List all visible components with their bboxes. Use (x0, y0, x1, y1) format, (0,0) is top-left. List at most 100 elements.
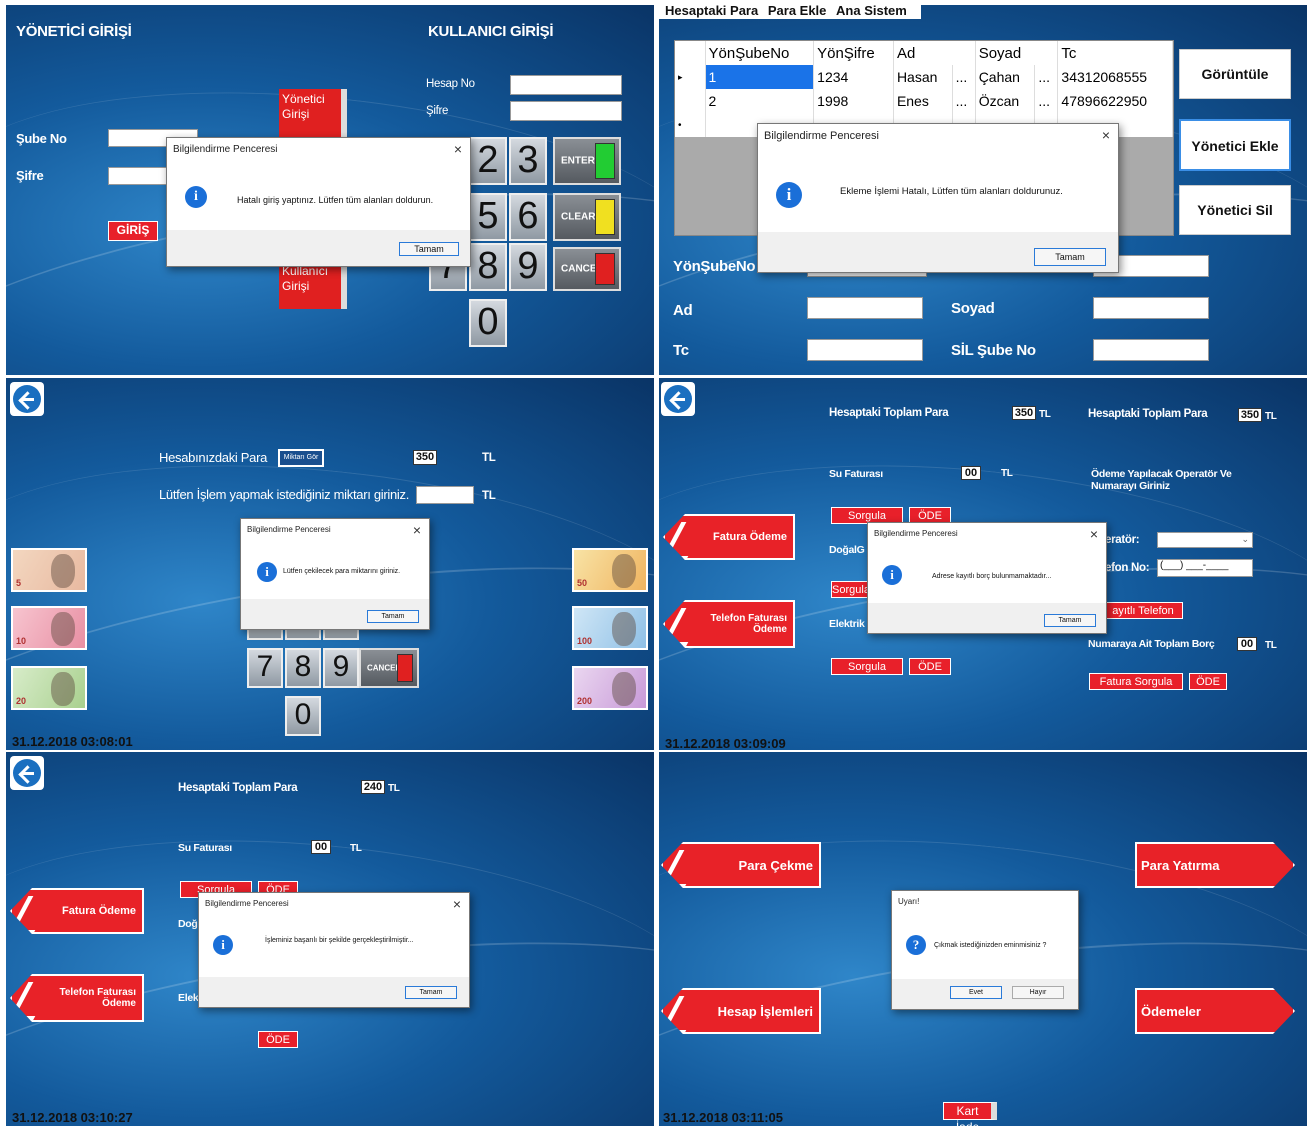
column-header[interactable]: YönŞubeNo (705, 41, 815, 65)
phone-no-input[interactable]: (___) ___-____ (1157, 559, 1253, 577)
table-row[interactable]: 2 1998 Enes ... Özcan ... 47896622950 (675, 89, 1173, 113)
delete-admin-button[interactable]: Yönetici Sil (1179, 185, 1291, 235)
key-0[interactable]: 0 (285, 696, 321, 736)
key-6[interactable]: 6 (509, 193, 547, 241)
cancel-key[interactable]: CANCEL (553, 247, 621, 291)
banknote-10[interactable]: 10 (11, 606, 87, 650)
phone-pay-button[interactable]: ÖDE (1189, 673, 1227, 690)
table-cell[interactable]: 47896622950 (1057, 89, 1173, 113)
dialog-title: Bilgilendirme Penceresi (205, 899, 289, 908)
portrait-icon (612, 672, 636, 706)
close-icon[interactable]: × (453, 896, 461, 912)
back-button[interactable] (10, 756, 44, 790)
operator-instruction: Ödeme Yapılacak Operatör Ve Numarayı Gir… (1091, 468, 1232, 492)
close-icon[interactable]: × (1090, 526, 1098, 542)
account-operations-button[interactable]: Hesap İşlemleri (661, 988, 821, 1034)
electric-pay-button[interactable]: ÖDE (258, 1031, 298, 1048)
table-cell[interactable]: 1234 (813, 65, 894, 89)
back-button[interactable] (10, 382, 44, 416)
table-cell[interactable]: 34312068555 (1057, 65, 1173, 89)
table-cell[interactable]: Hasan (893, 65, 953, 89)
info-icon: i (185, 186, 207, 208)
login-button[interactable]: GİRİŞ (108, 221, 158, 241)
user-password-input[interactable] (510, 101, 622, 121)
operator-select[interactable]: ⌄ (1157, 532, 1253, 548)
table-cell[interactable]: Çahan (975, 65, 1036, 89)
no-button[interactable]: Hayır (1012, 986, 1064, 999)
key-9[interactable]: 9 (323, 648, 359, 688)
timestamp: 31.12.2018 03:09:09 (665, 736, 786, 750)
menu-item-balance[interactable]: Hesaptaki Para (665, 5, 758, 18)
back-button[interactable] (661, 382, 695, 416)
column-header[interactable]: Soyad (975, 41, 1059, 65)
table-cell[interactable]: 1998 (813, 89, 894, 113)
cancel-key[interactable]: CANCEL (359, 648, 419, 688)
table-row[interactable]: ▸ 1 1234 Hasan ... Çahan ... 34312068555 (675, 65, 1173, 89)
user-login-side-button[interactable]: Kullanıcı Girişi (279, 261, 347, 309)
key-8[interactable]: 8 (469, 243, 507, 291)
admin-login-side-button[interactable]: Yönetici Girişi (279, 89, 347, 139)
key-9[interactable]: 9 (509, 243, 547, 291)
table-cell[interactable]: Özcan (975, 89, 1036, 113)
admin-login-title: YÖNETİCİ GİRİŞİ (16, 23, 132, 40)
surname-input[interactable] (1093, 297, 1209, 319)
account-no-input[interactable] (510, 75, 622, 95)
add-admin-button[interactable]: Yönetici Ekle (1179, 119, 1291, 171)
electric-pay-button[interactable]: ÖDE (909, 658, 951, 675)
delete-branch-input[interactable] (1093, 339, 1209, 361)
column-header[interactable]: Tc (1057, 41, 1173, 65)
key-7[interactable]: 7 (247, 648, 283, 688)
ok-button[interactable]: Tamam (405, 986, 457, 999)
withdraw-button[interactable]: Para Çekme (661, 842, 821, 888)
menu-item-main-system[interactable]: Ana Sistem (836, 5, 907, 18)
close-icon[interactable]: × (1102, 127, 1110, 143)
phone-bill-button[interactable]: Telefon Faturası Ödeme (663, 600, 795, 648)
key-5[interactable]: 5 (469, 193, 507, 241)
show-amount-button[interactable]: Miktarı Gör (278, 449, 324, 467)
card-return-button[interactable]: Kart İade (943, 1102, 997, 1126)
banknote-20[interactable]: 20 (11, 666, 87, 710)
balance-value: 350 (413, 450, 437, 465)
electric-query-button[interactable]: Sorgula (831, 658, 903, 675)
bill-payment-button[interactable]: Fatura Ödeme (663, 514, 795, 560)
column-header[interactable]: Ad (893, 41, 976, 65)
clear-key[interactable]: CLEAR (553, 193, 621, 241)
info-icon: i (776, 182, 802, 208)
key-0[interactable]: 0 (469, 299, 507, 347)
table-cell[interactable]: 1 (705, 65, 815, 89)
table-cell[interactable]: Enes (893, 89, 953, 113)
key-2[interactable]: 2 (469, 137, 507, 185)
banknote-100[interactable]: 100 (572, 606, 648, 650)
column-header[interactable]: YönŞifre (813, 41, 894, 65)
enter-key[interactable]: ENTER (553, 137, 621, 185)
payments-button[interactable]: Ödemeler (1135, 988, 1295, 1034)
menu-item-add-money[interactable]: Para Ekle (768, 5, 827, 18)
gas-bill-label: Doğ (178, 918, 198, 930)
table-cell[interactable]: 2 (705, 89, 815, 113)
ok-button[interactable]: Tamam (367, 610, 419, 623)
close-icon[interactable]: × (454, 141, 462, 157)
ok-button[interactable]: Tamam (1034, 248, 1106, 266)
water-bill-value: 00 (961, 466, 981, 480)
dialog-message: Hatalı giriş yaptınız. Lütfen tüm alanla… (237, 195, 434, 205)
bill-payment-button[interactable]: Fatura Ödeme (10, 888, 144, 934)
bill-query-button[interactable]: Fatura Sorgula (1089, 673, 1183, 690)
ok-button[interactable]: Tamam (399, 242, 459, 256)
key-3[interactable]: 3 (509, 137, 547, 185)
phone-bill-button[interactable]: Telefon Faturası Ödeme (10, 974, 144, 1022)
amount-input[interactable] (416, 486, 474, 504)
yes-button[interactable]: Evet (950, 986, 1002, 999)
name-input[interactable] (807, 297, 923, 319)
banknote-200[interactable]: 200 (572, 666, 648, 710)
saved-phone-button[interactable]: ayıtlı Telefon (1103, 602, 1183, 619)
close-icon[interactable]: × (413, 522, 421, 538)
deposit-button[interactable]: Para Yatırma (1135, 842, 1295, 888)
key-8[interactable]: 8 (285, 648, 321, 688)
tc-input[interactable] (807, 339, 923, 361)
banknote-50[interactable]: 50 (572, 548, 648, 592)
gas-query-button[interactable]: Sorgula (831, 581, 871, 598)
banknote-5[interactable]: 5 (11, 548, 87, 592)
info-dialog: Bilgilendirme Penceresi × i Adrese kayıt… (867, 522, 1107, 634)
view-button[interactable]: Görüntüle (1179, 49, 1291, 99)
ok-button[interactable]: Tamam (1044, 614, 1096, 627)
